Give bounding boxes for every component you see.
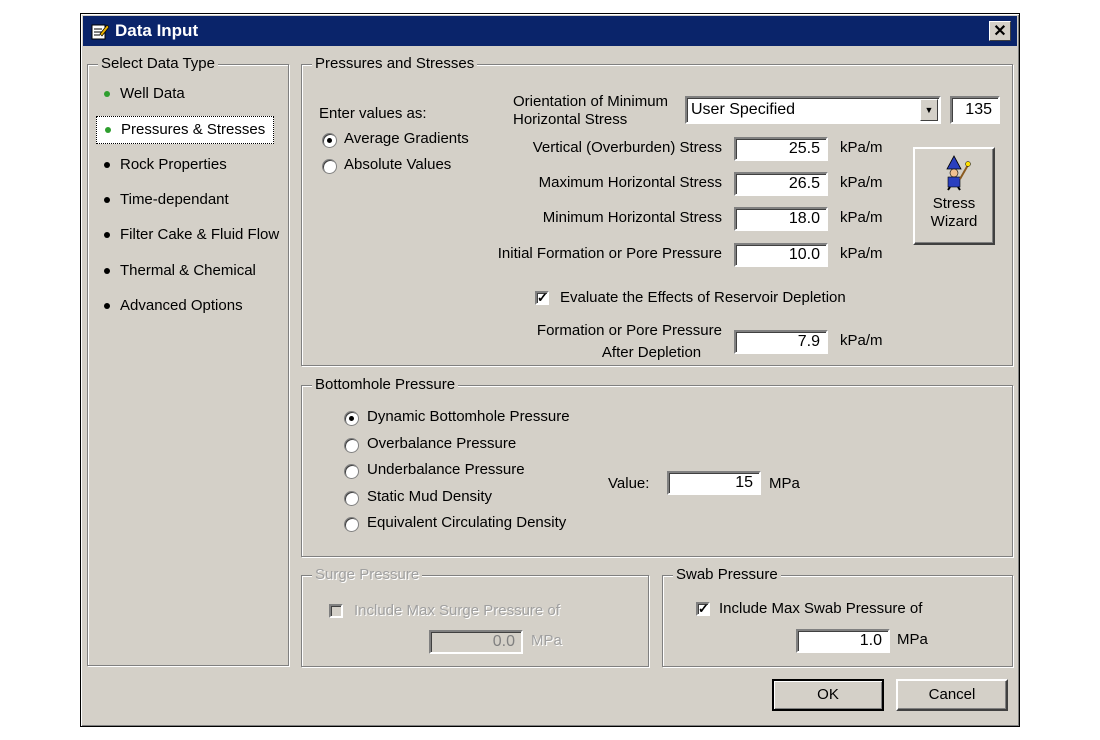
vertical-stress-label: Vertical (Overburden) Stress: [532, 139, 722, 156]
surge-unit: MPa: [531, 632, 562, 649]
dynamic-bottomhole-radio[interactable]: [344, 411, 359, 426]
vertical-stress-unit: kPa/m: [840, 139, 883, 156]
stress-wizard-label-2: Wizard: [930, 213, 978, 230]
surge-pressure-legend: Surge Pressure: [312, 566, 423, 583]
pore-pressure-field[interactable]: 10.0: [734, 243, 828, 267]
surge-checkbox[interactable]: [329, 604, 343, 618]
average-gradients-label: Average Gradients: [344, 130, 469, 147]
value-label: Value:: [608, 475, 650, 492]
cancel-button[interactable]: Cancel: [896, 679, 1008, 711]
depletion-checkbox[interactable]: ✓: [535, 291, 549, 305]
pressures-stresses-legend: Pressures and Stresses: [312, 55, 478, 72]
underbalance-label: Underbalance Pressure: [367, 461, 525, 478]
swab-pressure-legend: Swab Pressure: [673, 566, 781, 583]
black-bullet-icon: [104, 302, 110, 309]
notepad-pencil-icon: [91, 24, 109, 40]
bottomhole-pressure-group: Bottomhole Pressure Dynamic Bottomhole P…: [301, 376, 1013, 557]
min-horizontal-stress-label: Minimum Horizontal Stress: [542, 209, 722, 226]
data-input-dialog: Data Input ✕ Select Data Type Well Data P…: [80, 13, 1020, 727]
swab-check-label: Include Max Swab Pressure of: [719, 600, 923, 617]
window-title: Data Input: [115, 21, 199, 40]
underbalance-radio[interactable]: [344, 464, 359, 479]
orientation-select-value: User Specified: [691, 101, 796, 118]
surge-check-label: Include Max Surge Pressure of: [354, 602, 560, 619]
title-bar[interactable]: Data Input ✕: [83, 16, 1017, 46]
sidebar-item-time-dependant[interactable]: Time-dependant: [96, 187, 237, 213]
sidebar-item-label: Rock Properties: [120, 155, 227, 173]
dropdown-arrow-icon[interactable]: ▼: [920, 99, 938, 121]
black-bullet-icon: [104, 267, 110, 274]
black-bullet-icon: [104, 196, 110, 203]
swab-value-field[interactable]: 1.0: [796, 629, 890, 653]
sidebar-item-label: Filter Cake & Fluid Flow: [120, 226, 280, 244]
ok-button[interactable]: OK: [772, 679, 884, 711]
bottomhole-value-field[interactable]: 15: [667, 471, 761, 495]
swab-pressure-group: Swab Pressure ✓ Include Max Swab Pressur…: [662, 566, 1013, 667]
sidebar-item-advanced-options[interactable]: Advanced Options: [96, 293, 251, 319]
wizard-icon: [946, 155, 971, 191]
sidebar-item-well-data[interactable]: Well Data: [96, 81, 193, 107]
min-horizontal-stress-field[interactable]: 18.0: [734, 207, 828, 231]
pore-pressure-unit: kPa/m: [840, 245, 883, 262]
green-bullet-icon: [104, 91, 110, 98]
black-bullet-icon: [104, 232, 110, 239]
depletion-pressure-label: Formation or Pore Pressure After Depletio…: [536, 322, 722, 361]
swab-unit: MPa: [897, 631, 928, 648]
sidebar-item-label: Advanced Options: [120, 296, 243, 314]
pore-pressure-label: Initial Formation or Pore Pressure: [497, 245, 722, 262]
green-bullet-icon: [105, 127, 111, 134]
max-horizontal-stress-unit: kPa/m: [840, 174, 883, 191]
swab-checkbox[interactable]: ✓: [696, 602, 710, 616]
surge-value-field[interactable]: 0.0: [429, 630, 523, 654]
min-horizontal-stress-unit: kPa/m: [840, 209, 883, 226]
orientation-value-field[interactable]: 135: [950, 96, 1000, 124]
static-mud-density-radio[interactable]: [344, 490, 359, 506]
bottomhole-pressure-legend: Bottomhole Pressure: [312, 376, 459, 393]
equivalent-circulating-density-radio[interactable]: [344, 517, 359, 532]
black-bullet-icon: [104, 161, 110, 168]
orientation-select[interactable]: User Specified ▼: [685, 96, 941, 124]
overbalance-radio[interactable]: [344, 437, 359, 453]
sidebar-item-pressures-stresses[interactable]: Pressures & Stresses: [96, 116, 275, 145]
sidebar-item-label: Well Data: [120, 85, 185, 102]
stress-wizard-button[interactable]: Stress Wizard: [913, 147, 995, 245]
sidebar-item-thermal-chemical[interactable]: Thermal & Chemical: [96, 258, 264, 284]
static-mud-density-label: Static Mud Density: [367, 487, 493, 505]
sidebar-item-label: Thermal & Chemical: [120, 261, 256, 279]
orientation-label: Orientation of Minimum Horizontal Stress: [513, 93, 669, 128]
average-gradients-radio[interactable]: [322, 133, 337, 148]
depletion-check-label: Evaluate the Effects of Reservoir Deplet…: [560, 289, 846, 306]
pressures-stresses-group: Pressures and Stresses Enter values as: …: [301, 55, 1013, 366]
surge-pressure-group: Surge Pressure Include Max Surge Pressur…: [301, 566, 649, 667]
stress-wizard-label-1: Stress: [932, 195, 976, 212]
depletion-pressure-unit: kPa/m: [840, 332, 883, 349]
sidebar-item-filter-cake-fluid-flow[interactable]: Filter Cake & Fluid Flow: [96, 222, 287, 248]
overbalance-label: Overbalance Pressure: [367, 434, 517, 452]
enter-values-label: Enter values as:: [319, 105, 427, 122]
vertical-stress-field[interactable]: 25.5: [734, 137, 828, 161]
max-horizontal-stress-field[interactable]: 26.5: [734, 172, 828, 196]
close-button[interactable]: ✕: [989, 21, 1011, 41]
depletion-pressure-field[interactable]: 7.9: [734, 330, 828, 354]
select-data-type-legend: Select Data Type: [98, 55, 218, 72]
absolute-values-label: Absolute Values: [344, 156, 452, 173]
max-horizontal-stress-label: Maximum Horizontal Stress: [538, 174, 722, 191]
select-data-type-group: Select Data Type Well Data Pressures & St…: [87, 55, 289, 666]
sidebar-item-label: Time-dependant: [120, 190, 229, 208]
equivalent-circulating-density-label: Equivalent Circulating Density: [367, 514, 567, 531]
sidebar-item-rock-properties[interactable]: Rock Properties: [96, 152, 235, 178]
bottomhole-unit: MPa: [769, 475, 800, 492]
dynamic-bottomhole-label: Dynamic Bottomhole Pressure: [367, 408, 570, 425]
absolute-values-radio[interactable]: [322, 159, 337, 174]
sidebar-item-label: Pressures & Stresses: [121, 121, 266, 139]
